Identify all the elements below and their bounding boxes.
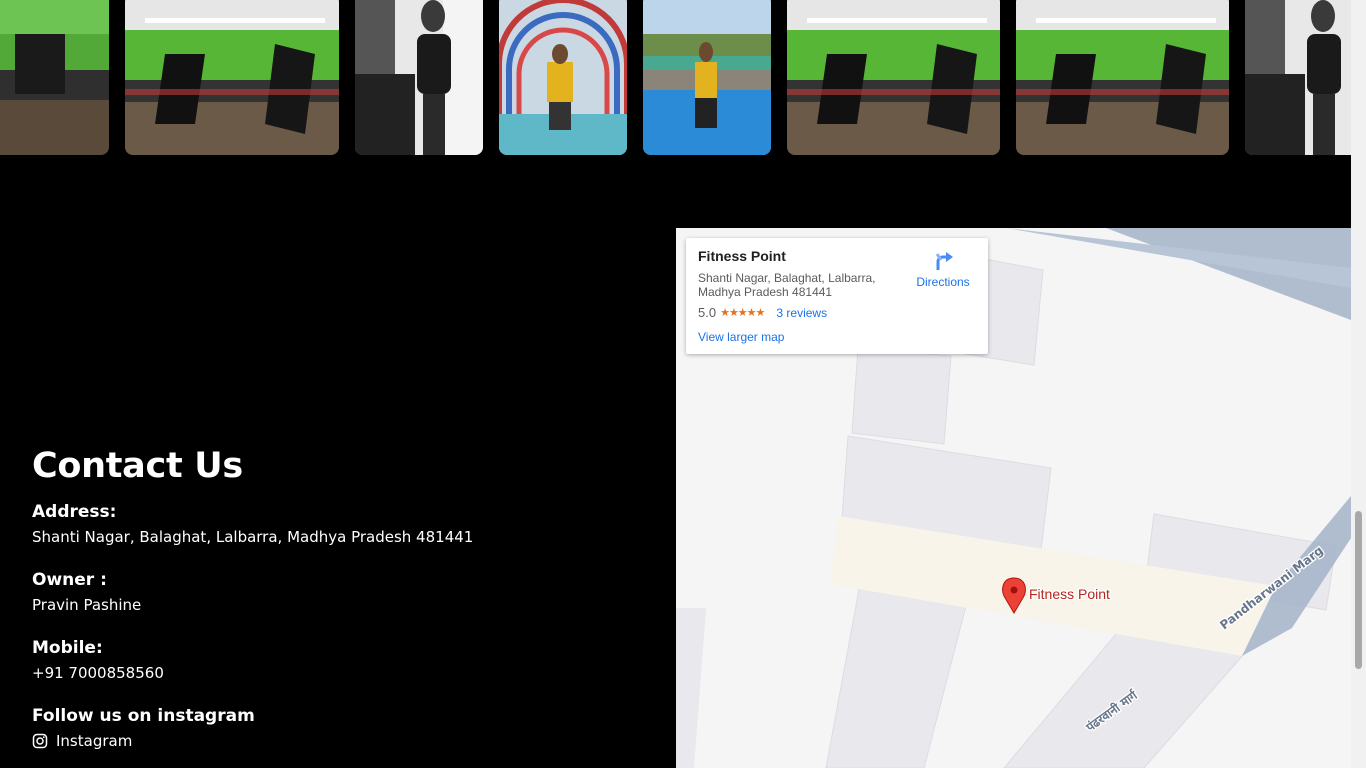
water-park-arch-photo[interactable] (499, 0, 627, 155)
directions-label: Directions (916, 275, 970, 289)
address-label: Address: (32, 502, 117, 522)
scrollbar-thumb[interactable] (1355, 511, 1362, 669)
place-info-card: Fitness Point Shanti Nagar, Balaghat, La… (686, 238, 988, 354)
view-larger-map-link[interactable]: View larger map (698, 330, 784, 344)
gym-floor-photo[interactable] (787, 0, 1000, 155)
trainer-portrait-photo[interactable] (1245, 0, 1351, 155)
reviews-link[interactable]: 3 reviews (776, 306, 827, 320)
gym-floor-photo[interactable] (1016, 0, 1229, 155)
page-scrollbar[interactable] (1351, 0, 1366, 768)
owner-value: Pravin Pashine (32, 596, 142, 614)
place-address: Shanti Nagar, Balaghat, Lalbarra, Madhya… (698, 271, 876, 299)
trainer-portrait-photo[interactable] (355, 0, 483, 155)
page: Contact Us Address: Shanti Nagar, Balagh… (0, 0, 1366, 768)
mobile-label: Mobile: (32, 638, 103, 658)
instagram-link-label[interactable]: Instagram (56, 731, 132, 751)
rating-row: 5.0 ★★★★★ 3 reviews (698, 305, 827, 320)
instagram-label: Follow us on instagram (32, 706, 255, 726)
marker-label: Fitness Point (1029, 586, 1110, 602)
directions-icon (935, 252, 953, 270)
contact-heading: Contact Us (32, 446, 243, 486)
contact-section: Contact Us Address: Shanti Nagar, Balagh… (32, 444, 652, 751)
gym-floor-photo[interactable] (0, 0, 109, 155)
owner-label: Owner : (32, 570, 107, 590)
mobile-value[interactable]: +91 7000858560 (32, 663, 652, 683)
instagram-link[interactable]: Instagram (32, 731, 652, 751)
address-value: Shanti Nagar, Balaghat, Lalbarra, Madhya… (32, 528, 474, 546)
directions-button[interactable]: Directions (908, 250, 978, 289)
instagram-icon (32, 733, 48, 749)
rating-value: 5.0 (698, 305, 717, 320)
place-name: Fitness Point (698, 248, 786, 264)
photo-gallery[interactable] (0, 0, 1351, 156)
gym-floor-photo[interactable] (125, 0, 339, 155)
pool-photo[interactable] (643, 0, 771, 155)
embedded-map[interactable]: Pandharwani Marg पंढरवानी मार्ग Fitness … (676, 228, 1351, 768)
star-rating-icon: ★★★★★ (720, 307, 765, 319)
